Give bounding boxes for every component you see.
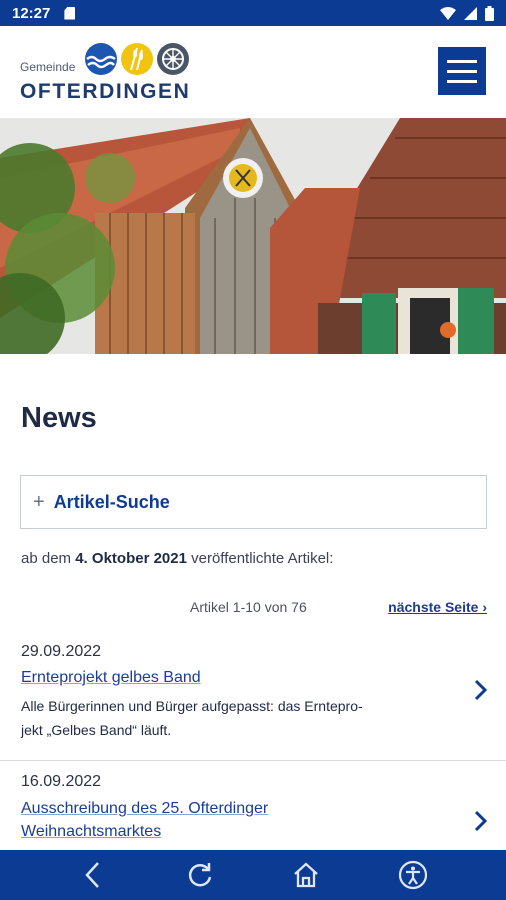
article-title-link[interactable]: Ausschreibung des 25. Ofterdinger Weihna…: [21, 797, 421, 843]
signal-icon: [464, 6, 477, 20]
list-item[interactable]: 16.09.2022 Ausschreibung des 25. Ofterdi…: [0, 767, 506, 850]
article-search-label: Artikel-Suche: [53, 491, 170, 512]
article-date: 16.09.2022: [21, 773, 102, 790]
chevron-right-icon[interactable]: [474, 679, 488, 701]
bottom-navigation: [0, 850, 506, 900]
sd-card-icon: [64, 6, 76, 20]
status-bar: 12:27: [0, 0, 506, 26]
published-since-date: 4. Oktober 2021: [75, 550, 187, 567]
site-header: Gemeinde OFTERDINGEN: [0, 26, 506, 118]
wheel-emblem-icon: [157, 43, 189, 75]
water-emblem-icon: [85, 43, 117, 75]
article-teaser: Alle Bürgerinnen und Bürger aufgepasst: …: [21, 698, 363, 738]
wifi-icon: [440, 6, 456, 20]
site-logo[interactable]: Gemeinde OFTERDINGEN: [20, 42, 190, 106]
hero-image: [0, 118, 506, 354]
hamburger-menu-icon: [447, 59, 477, 63]
article-search-toggle[interactable]: + Artikel-Suche: [20, 475, 487, 529]
article-title-link[interactable]: Ernteprojekt gelbes Band: [21, 666, 421, 689]
back-icon: [85, 862, 100, 888]
list-item[interactable]: 29.09.2022 Ernteprojekt gelbes Band Alle…: [0, 637, 506, 757]
reload-button[interactable]: [180, 855, 220, 895]
logo-title: OFTERDINGEN: [20, 80, 191, 103]
menu-button[interactable]: [438, 47, 486, 95]
status-time: 12:27: [12, 4, 51, 22]
reload-icon: [188, 863, 211, 887]
home-button[interactable]: [286, 855, 326, 895]
article-date: 29.09.2022: [21, 643, 102, 660]
accessibility-icon: [398, 860, 427, 890]
chevron-right-icon[interactable]: [474, 810, 488, 832]
logo-subtitle: Gemeinde: [20, 60, 76, 74]
back-button[interactable]: [73, 855, 113, 895]
page-title: News: [21, 402, 97, 434]
pager-count: Artikel 1-10 von 76: [190, 599, 307, 615]
list-divider: [0, 760, 506, 761]
wheat-emblem-icon: [121, 43, 153, 75]
logo-emblems: [84, 42, 190, 76]
accessibility-button[interactable]: [393, 855, 433, 895]
next-page-link[interactable]: nächste Seite ›: [388, 599, 487, 615]
published-since-text: ab dem 4. Oktober 2021 veröffentlichte A…: [21, 550, 334, 567]
home-icon: [294, 862, 319, 888]
expand-plus-icon: +: [33, 490, 45, 513]
battery-icon: [485, 5, 494, 21]
